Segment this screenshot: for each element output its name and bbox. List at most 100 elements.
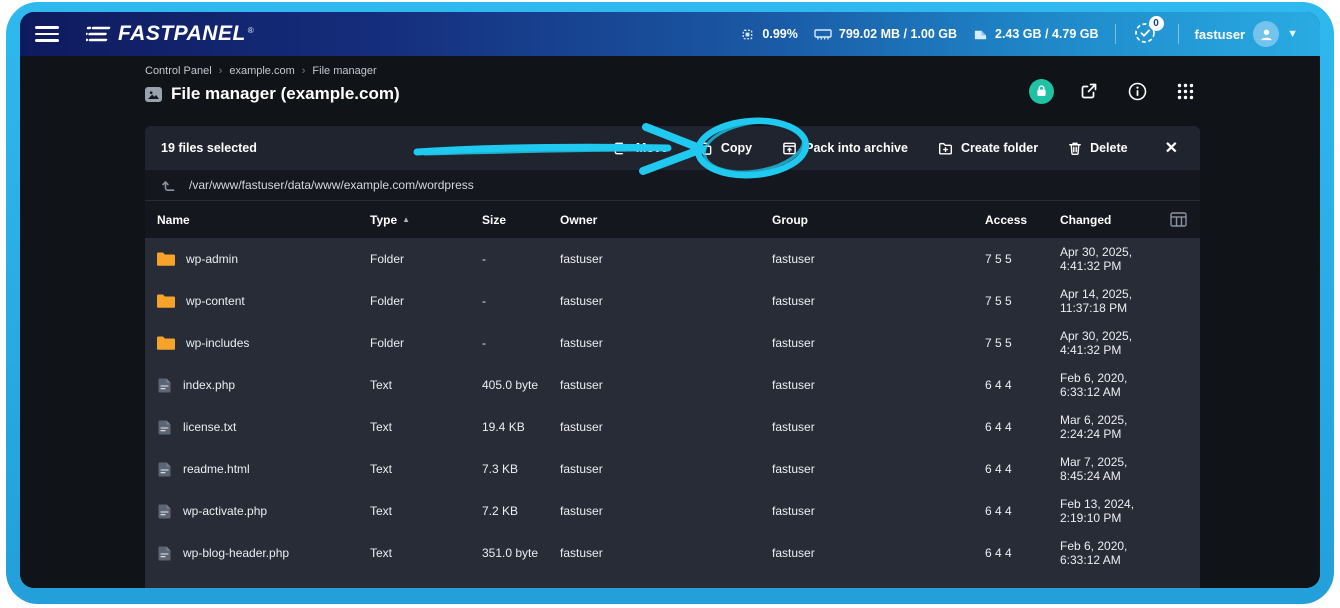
file-type: Text [370,378,482,392]
delete-button[interactable]: Delete [1057,135,1139,162]
logo-text: FASTPANEL [118,22,246,46]
folder-icon [157,294,175,308]
file-owner: fastuser [560,504,772,518]
file-access: 6 4 4 [985,504,1060,518]
file-manager-panel: 19 files selected Move [145,126,1200,588]
file-size: 7.2 KB [482,504,560,518]
file-group: fastuser [772,504,985,518]
breadcrumb-control-panel[interactable]: Control Panel [145,65,212,77]
column-header-size[interactable]: Size [482,213,560,227]
path-bar: /var/www/fastuser/data/www/example.com/w… [145,170,1200,201]
file-access: 6 4 4 [985,378,1060,392]
file-icon [157,462,172,477]
create-folder-label: Create folder [961,141,1038,155]
top-navbar: FASTPANEL ® 0.99% 799.02 MB / 1.00 [20,12,1320,56]
folder-icon [157,252,175,266]
table-row[interactable]: index.php Text 405.0 byte fastuser fastu… [145,364,1200,406]
disk-usage-stat: 2.43 GB / 4.79 GB [973,27,1099,42]
ram-icon [814,27,832,41]
file-access: 6 4 4 [985,420,1060,434]
breadcrumb-site[interactable]: example.com [229,65,294,77]
copy-icon [698,141,713,156]
file-owner: fastuser [560,462,772,476]
file-type: Text [370,546,482,560]
file-name: index.php [183,378,235,392]
file-owner: fastuser [560,546,772,560]
up-directory-button[interactable] [161,178,176,193]
equalizer-icon [86,24,112,44]
file-changed: Apr 14, 2025, 11:37:18 PM [1060,287,1170,315]
breadcrumb-separator: › [219,65,223,77]
table-row[interactable]: license.txt Text 19.4 KB fastuser fastus… [145,406,1200,448]
file-group: fastuser [772,378,985,392]
file-name: wp-includes [186,336,249,350]
file-group: fastuser [772,336,985,350]
disk-value: 2.43 GB / 4.79 GB [995,27,1099,41]
file-group: fastuser [772,462,985,476]
file-access: 7 5 5 [985,294,1060,308]
tasks-button[interactable]: 0 [1132,20,1162,48]
table-row[interactable]: wp-includes Folder - fastuser fastuser 7… [145,322,1200,364]
file-name: wp-admin [186,252,238,266]
breadcrumb: Control Panel › example.com › File manag… [145,65,377,77]
cpu-value: 0.99% [762,27,797,41]
chevron-down-icon: ▼ [1287,28,1298,40]
column-header-type[interactable]: Type▲ [370,213,482,227]
column-header-name[interactable]: Name [157,213,370,227]
file-size: 7.3 KB [482,462,560,476]
user-menu[interactable]: fastuser ▼ [1195,21,1298,47]
create-folder-button[interactable]: Create folder [927,135,1049,162]
file-size: 405.0 byte [482,378,560,392]
fastpanel-window: FASTPANEL ® 0.99% 799.02 MB / 1.00 [20,12,1320,588]
breadcrumb-separator: › [302,65,306,77]
menu-icon[interactable] [30,19,64,49]
fastpanel-logo[interactable]: FASTPANEL ® [86,22,254,46]
ram-usage-stat: 799.02 MB / 1.00 GB [814,27,957,41]
column-header-owner[interactable]: Owner [560,213,772,227]
column-header-group[interactable]: Group [772,213,985,227]
columns-settings-icon[interactable] [1170,212,1200,227]
sort-asc-icon: ▲ [402,215,410,224]
info-icon[interactable] [1124,78,1150,104]
file-access: 6 4 4 [985,462,1060,476]
column-header-access[interactable]: Access [985,213,1060,227]
apps-grid-icon[interactable] [1172,78,1198,104]
archive-icon [782,141,797,156]
table-row[interactable]: wp-activate.php Text 7.2 KB fastuser fas… [145,490,1200,532]
column-header-changed[interactable]: Changed [1060,213,1170,227]
file-size: - [482,252,560,266]
move-icon [613,141,628,156]
file-owner: fastuser [560,420,772,434]
file-size: - [482,336,560,350]
file-size: - [482,294,560,308]
table-row[interactable]: wp-blog-header.php Text 351.0 byte fastu… [145,532,1200,574]
file-owner: fastuser [560,378,772,392]
file-size: 351.0 byte [482,546,560,560]
file-type: Folder [370,294,482,308]
page-title: File manager (example.com) [171,84,400,104]
file-type: Text [370,420,482,434]
create-folder-icon [938,141,953,156]
pack-into-archive-button[interactable]: Pack into archive [771,135,919,162]
file-access: 7 5 5 [985,252,1060,266]
file-icon [157,420,172,435]
trash-icon [1068,141,1082,156]
table-row[interactable]: readme.html Text 7.3 KB fastuser fastuse… [145,448,1200,490]
current-path[interactable]: /var/www/fastuser/data/www/example.com/w… [189,178,474,192]
file-type: Folder [370,252,482,266]
selection-toolbar: 19 files selected Move [145,126,1200,170]
table-row[interactable]: wp-content Folder - fastuser fastuser 7 … [145,280,1200,322]
pack-into-archive-label: Pack into archive [805,141,908,155]
lock-badge-button[interactable] [1029,79,1054,104]
table-row[interactable]: wp-admin Folder - fastuser fastuser 7 5 … [145,238,1200,280]
breadcrumb-file-manager[interactable]: File manager [312,65,376,77]
main-content: Control Panel › example.com › File manag… [20,56,1320,588]
table-header: Name Type▲ Size Owner Group Access Chang… [145,201,1200,238]
file-name: wp-activate.php [183,504,267,518]
user-avatar-icon [1253,21,1279,47]
close-selection-button[interactable]: ✕ [1157,134,1186,162]
disk-icon [973,27,988,42]
external-link-icon[interactable] [1076,78,1102,104]
move-button[interactable]: Move [602,135,679,162]
copy-button[interactable]: Copy [687,135,763,162]
